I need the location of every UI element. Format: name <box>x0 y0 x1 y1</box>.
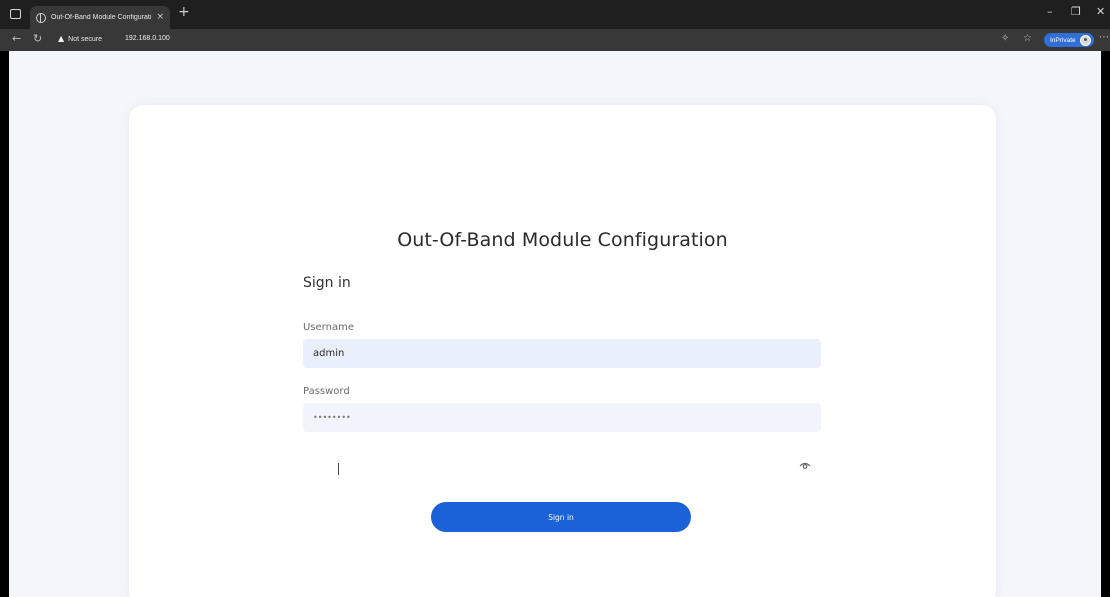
show-password-eye-icon[interactable] <box>799 461 811 471</box>
window-menu-icon[interactable] <box>10 9 21 19</box>
username-input[interactable] <box>303 339 821 368</box>
inprivate-badge[interactable]: InPrivate <box>1044 33 1094 47</box>
text-caret <box>338 463 339 475</box>
tab-close-button[interactable]: × <box>156 13 164 22</box>
browser-window: Out-Of-Band Module Configurati × + – ❐ ✕… <box>0 0 1110 597</box>
security-label: Not secure <box>68 35 103 43</box>
favorites-star-icon[interactable]: ☆ <box>1023 34 1032 44</box>
sign-in-heading: Sign in <box>303 275 351 291</box>
more-menu-button[interactable]: ⋯ <box>1099 33 1109 43</box>
warning-icon: ▲ <box>58 34 65 43</box>
site-security-indicator[interactable]: ▲ Not secure <box>58 35 102 43</box>
tab-strip: Out-Of-Band Module Configurati × + – ❐ ✕ <box>0 0 1110 29</box>
tab-title: Out-Of-Band Module Configurati <box>51 14 152 21</box>
page-title: Out-Of-Band Module Configuration <box>397 229 728 251</box>
username-label: Username <box>303 322 354 333</box>
inprivate-label: InPrivate <box>1050 36 1076 44</box>
avatar-icon <box>1079 34 1091 46</box>
restore-button[interactable]: ❐ <box>1071 6 1081 17</box>
minimize-button[interactable]: – <box>1047 6 1053 17</box>
password-input[interactable] <box>303 403 821 432</box>
password-label: Password <box>303 386 350 397</box>
new-tab-button[interactable]: + <box>178 5 190 19</box>
close-window-button[interactable]: ✕ <box>1096 6 1105 17</box>
address-bar[interactable]: 192.168.0.100 <box>125 35 170 42</box>
sign-in-button[interactable]: Sign in <box>431 502 691 532</box>
reload-button[interactable]: ↻ <box>33 33 42 44</box>
browser-tab[interactable]: Out-Of-Band Module Configurati × <box>30 6 170 29</box>
globe-favicon-icon <box>36 12 46 23</box>
address-toolbar: ← ↻ ▲ Not secure 192.168.0.100 ✧ ☆ InPri… <box>0 29 1110 51</box>
login-card: Out-Of-Band Module Configuration Sign in… <box>129 105 996 597</box>
read-aloud-icon[interactable]: ✧ <box>1001 34 1009 44</box>
page-viewport: Out-Of-Band Module Configuration Sign in… <box>9 51 1101 597</box>
back-button[interactable]: ← <box>12 33 21 44</box>
